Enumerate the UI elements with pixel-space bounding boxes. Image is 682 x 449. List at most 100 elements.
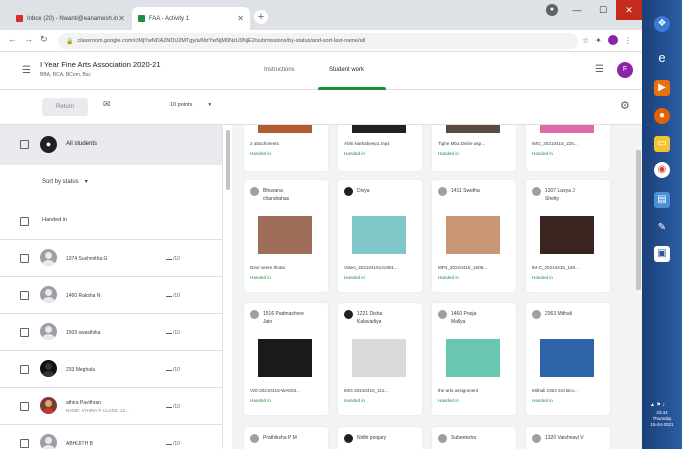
- media-player-icon[interactable]: ▶: [654, 80, 670, 96]
- table-row[interactable]: 1509 swasthika /10: [0, 314, 222, 351]
- tab-instructions[interactable]: Instructions: [264, 67, 295, 73]
- new-tab-button[interactable]: +: [254, 10, 268, 24]
- table-row[interactable]: 1460 Raksha N /10: [0, 277, 222, 314]
- submission-card[interactable]: 1221 Disha Kalavadiya IMG-20210415_112...…: [338, 303, 422, 415]
- system-tray[interactable]: ▲ ⚑ ♪: [650, 402, 665, 408]
- sort-dropdown[interactable]: Sort by status ▾: [42, 178, 88, 185]
- browser-window: Inbox (20) - Nwanti@eanamesh.in ✕ FAA - …: [0, 0, 642, 449]
- submission-thumbnail[interactable]: [540, 216, 594, 254]
- student-checkbox[interactable]: [20, 254, 29, 263]
- tab-student-work[interactable]: Student work: [329, 67, 364, 73]
- submission-card[interactable]: 1307 Laxya J Shetty IM-C_20210415_160... …: [526, 180, 610, 292]
- reload-icon[interactable]: ↻: [40, 34, 48, 45]
- submission-thumbnail[interactable]: [258, 339, 312, 377]
- submission-card[interactable]: Subeeksha: [432, 427, 516, 449]
- submission-thumbnail[interactable]: [446, 216, 500, 254]
- grade-field[interactable]: /10: [166, 293, 180, 299]
- avatar: [40, 397, 57, 414]
- submission-card[interactable]: 2 attachments Handed in: [244, 125, 328, 171]
- star-icon[interactable]: ☆: [582, 36, 589, 45]
- forward-icon[interactable]: →: [24, 34, 33, 44]
- content-scrollbar[interactable]: [636, 150, 641, 290]
- student-checkbox[interactable]: [20, 402, 29, 411]
- student-name: 1307 Laxya J Shetty: [545, 188, 575, 202]
- table-row[interactable]: ABHIJITH B /10: [0, 425, 222, 449]
- handed-in-checkbox[interactable]: [20, 217, 29, 226]
- submission-thumbnail[interactable]: [258, 216, 312, 254]
- student-checkbox[interactable]: [20, 439, 29, 448]
- system-clock[interactable]: 23:44 Thursday 15-04-2021: [642, 410, 682, 428]
- minimize-button[interactable]: —: [564, 0, 590, 20]
- email-icon[interactable]: ✉: [103, 99, 111, 110]
- student-name: 1516 Padmashree Jain: [263, 311, 304, 325]
- grade-field[interactable]: /10: [166, 404, 180, 410]
- student-list: ● All students Sort by status ▾ Handed in…: [0, 125, 223, 449]
- network-icon[interactable]: ▤: [654, 192, 670, 208]
- file-name: Devi neere thutai: [250, 265, 285, 270]
- submission-card[interactable]: Nidhi poojary: [338, 427, 422, 449]
- submission-card[interactable]: 1460 Pooja Mallya the arts assignment Han…: [432, 303, 516, 415]
- more-icon[interactable]: ⋮: [624, 36, 632, 45]
- tab-classroom[interactable]: FAA - Activity 1 ✕: [132, 7, 250, 30]
- grade-field[interactable]: /10: [166, 441, 180, 447]
- chevron-down-icon: ▾: [84, 179, 88, 185]
- firefox-icon[interactable]: ●: [654, 108, 670, 124]
- start-icon[interactable]: ❖: [654, 16, 670, 32]
- file-name: IMG-20210415_112...: [344, 388, 389, 393]
- grade-field[interactable]: /10: [166, 367, 180, 373]
- grade-field[interactable]: /10: [166, 256, 180, 262]
- back-icon[interactable]: ←: [8, 34, 17, 44]
- submission-thumbnail[interactable]: [446, 339, 500, 377]
- tab-gmail[interactable]: Inbox (20) - Nwanti@eanamesh.in ✕: [10, 7, 130, 30]
- table-row[interactable]: 1374 Sushmitha.G /10: [0, 240, 222, 277]
- window-icon[interactable]: ▣: [654, 246, 670, 262]
- submission-card[interactable]: 1320 Vaishnavi V: [526, 427, 610, 449]
- submission-thumbnail[interactable]: [540, 339, 594, 377]
- student-note: NAME: ATHIRA P CLASS: 1S...: [66, 408, 130, 413]
- menu-icon[interactable]: ☰: [22, 65, 31, 76]
- close-icon[interactable]: ✕: [118, 14, 125, 23]
- account-avatar[interactable]: F: [617, 62, 633, 78]
- gear-icon[interactable]: ⚙: [620, 99, 630, 112]
- close-window-button[interactable]: ✕: [616, 0, 642, 20]
- all-students-row[interactable]: ● All students: [0, 125, 222, 165]
- card-header: 1307 Laxya J Shetty: [532, 187, 575, 203]
- student-checkbox[interactable]: [20, 291, 29, 300]
- chrome-icon[interactable]: ◉: [654, 162, 670, 178]
- submission-card[interactable]: 2363 Mithali Mithali 2363 3rd Bco... Han…: [526, 303, 610, 415]
- student-checkbox[interactable]: [20, 365, 29, 374]
- file-name: Abhi Nathabeep1.mp4: [344, 141, 390, 146]
- submission-thumbnail[interactable]: [352, 216, 406, 254]
- submission-card[interactable]: 1411 Swetha MP4_20210415_1608... Handed …: [432, 180, 516, 292]
- submission-card[interactable]: Divya Video_20210415141901... Handed in: [338, 180, 422, 292]
- submission-card[interactable]: 1516 Padmashree Jain VID-20210415-WA003..…: [244, 303, 328, 415]
- all-students-checkbox[interactable]: [20, 140, 29, 149]
- sidebar-scrollbar[interactable]: [226, 130, 230, 190]
- student-checkbox[interactable]: [20, 328, 29, 337]
- folder-icon[interactable]: ▭: [654, 136, 670, 152]
- grade-field[interactable]: /10: [166, 330, 180, 336]
- apps-icon[interactable]: ☰: [595, 64, 604, 75]
- tool-icon[interactable]: ✎: [654, 220, 670, 236]
- submission-card[interactable]: Abhi Nathabeep1.mp4 Handed in: [338, 125, 422, 171]
- card-header: 1460 Pooja Mallya: [438, 310, 476, 326]
- return-button[interactable]: Return: [42, 98, 88, 116]
- submission-card[interactable]: Tighe Mba Dishe asp... Handed in: [432, 125, 516, 171]
- url-field[interactable]: 🔒 classroom.google.com/c/MjYwNDA2NDU2MTg…: [58, 33, 578, 49]
- table-row[interactable]: 233 Meghala /10: [0, 351, 222, 388]
- submission-thumbnail[interactable]: [352, 339, 406, 377]
- class-title[interactable]: I Year Fine Arts Association 2020-21: [40, 60, 161, 69]
- extension-icon[interactable]: ✦: [595, 36, 602, 45]
- points-select[interactable]: 10 points ▾: [170, 102, 211, 108]
- submission-card[interactable]: Bhuvana chandrahas Devi neere thutai Hand…: [244, 180, 328, 292]
- profile-icon[interactable]: ●: [546, 4, 558, 16]
- close-icon[interactable]: ✕: [237, 14, 244, 23]
- submission-card[interactable]: Prathiksha P M: [244, 427, 328, 449]
- maximize-button[interactable]: ☐: [590, 0, 616, 20]
- avatar: [438, 434, 447, 443]
- profile-avatar[interactable]: [607, 35, 618, 45]
- card-header: Divya: [344, 187, 370, 196]
- submission-card[interactable]: IMG_20210415_225... Handed in: [526, 125, 610, 171]
- table-row[interactable]: athira Pavithran NAME: ATHIRA P CLASS: 1…: [0, 388, 222, 425]
- internet-explorer-icon[interactable]: e: [654, 50, 670, 66]
